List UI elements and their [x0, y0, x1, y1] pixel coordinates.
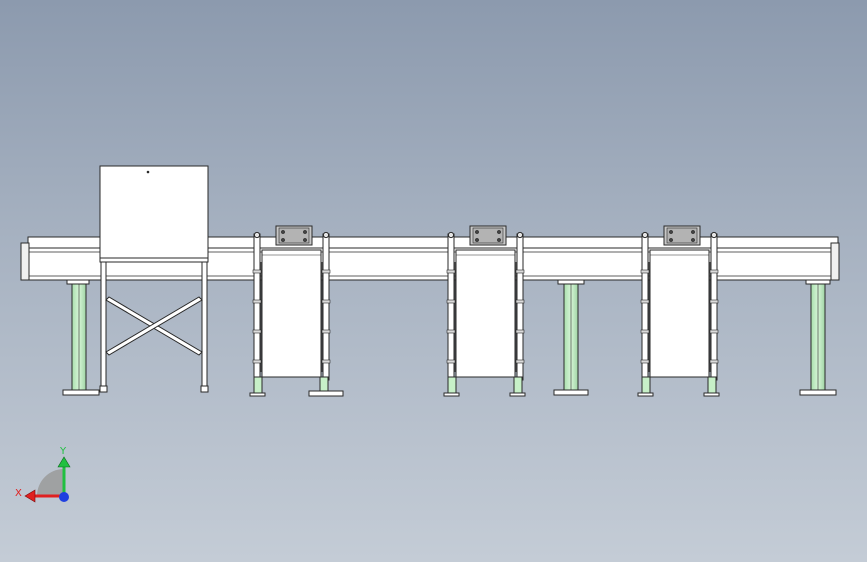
module-post-right: [516, 233, 524, 381]
module-post-right: [322, 233, 330, 381]
support-leg-1: [62, 279, 100, 396]
clamp-right: [709, 299, 719, 304]
clamp-right: [515, 299, 525, 304]
module-panel: [261, 249, 322, 378]
clamp-right: [321, 359, 331, 364]
module-foot-right: [513, 376, 523, 396]
support-leg-2: [553, 279, 589, 396]
module-foot-right: [707, 376, 717, 396]
y-axis-label: Y: [59, 446, 67, 457]
module-1-base-plate: [308, 390, 344, 397]
clamp-right: [321, 329, 331, 334]
post-cap-left: [447, 231, 455, 239]
foot-plate-right: [703, 392, 720, 397]
support-leg-3: [799, 279, 837, 396]
stand-foot-right: [200, 385, 209, 393]
module-post-left: [253, 233, 261, 381]
module-panel: [649, 249, 710, 378]
z-axis-dot: [59, 492, 69, 502]
foot-plate-right: [509, 392, 526, 397]
motor-bolt: [691, 230, 695, 234]
foot-plate-left: [637, 392, 654, 397]
motor-bolt: [303, 230, 307, 234]
y-axis-arrow-head: [57, 456, 71, 468]
clamp-right: [321, 299, 331, 304]
clamp-left: [252, 329, 262, 334]
stand-crossbar: [99, 257, 209, 263]
motor-bolt: [497, 230, 501, 234]
clamp-left: [446, 299, 456, 304]
motor-bolt: [303, 238, 307, 242]
drive-module-1: [249, 225, 332, 397]
end-cap-right: [830, 242, 840, 281]
clamp-left: [446, 359, 456, 364]
cabinet-box: [99, 165, 209, 259]
post-cap-left: [641, 231, 649, 239]
module-foot-left: [253, 376, 263, 396]
conveyor-side-view: [20, 165, 840, 397]
motor-bolt: [497, 238, 501, 242]
clamp-left: [252, 299, 262, 304]
cad-viewport[interactable]: Y X: [0, 0, 867, 562]
clamp-right: [321, 269, 331, 274]
clamp-left: [252, 269, 262, 274]
motor-bolt: [669, 238, 673, 242]
post-cap-left: [253, 231, 261, 239]
module-post-right: [710, 233, 718, 381]
clamp-right: [709, 269, 719, 274]
coordinate-triad[interactable]: Y X: [12, 440, 82, 510]
module-foot-left: [447, 376, 457, 396]
clamp-right: [709, 359, 719, 364]
x-axis-label: X: [15, 488, 22, 499]
post-cap-right: [710, 231, 718, 239]
drive-module-3: [637, 225, 720, 397]
end-cap-left: [20, 242, 30, 281]
clamp-left: [640, 329, 650, 334]
cabinet-dot: [146, 170, 150, 174]
foot-plate-left: [249, 392, 266, 397]
stand-leg-right: [201, 261, 208, 387]
clamp-left: [252, 359, 262, 364]
drive-module-2: [443, 225, 526, 397]
post-cap-right: [516, 231, 524, 239]
stand-leg-left: [100, 261, 107, 387]
module-panel: [455, 249, 516, 378]
motor-bolt: [691, 238, 695, 242]
x-axis-arrow-head: [24, 489, 36, 503]
module-foot-left: [641, 376, 651, 396]
clamp-left: [446, 269, 456, 274]
foot-plate-left: [443, 392, 460, 397]
module-post-left: [641, 233, 649, 381]
motor-bolt: [475, 230, 479, 234]
triad-quarter-disc: [37, 469, 64, 496]
clamp-right: [515, 269, 525, 274]
clamp-right: [515, 329, 525, 334]
clamp-left: [640, 359, 650, 364]
motor-bolt: [475, 238, 479, 242]
motor-bolt: [281, 238, 285, 242]
motor-bolt: [281, 230, 285, 234]
module-post-left: [447, 233, 455, 381]
clamp-right: [515, 359, 525, 364]
post-cap-right: [322, 231, 330, 239]
motor-bolt: [669, 230, 673, 234]
stand-foot-left: [99, 385, 108, 393]
clamp-right: [709, 329, 719, 334]
clamp-left: [640, 299, 650, 304]
clamp-left: [446, 329, 456, 334]
clamp-left: [640, 269, 650, 274]
